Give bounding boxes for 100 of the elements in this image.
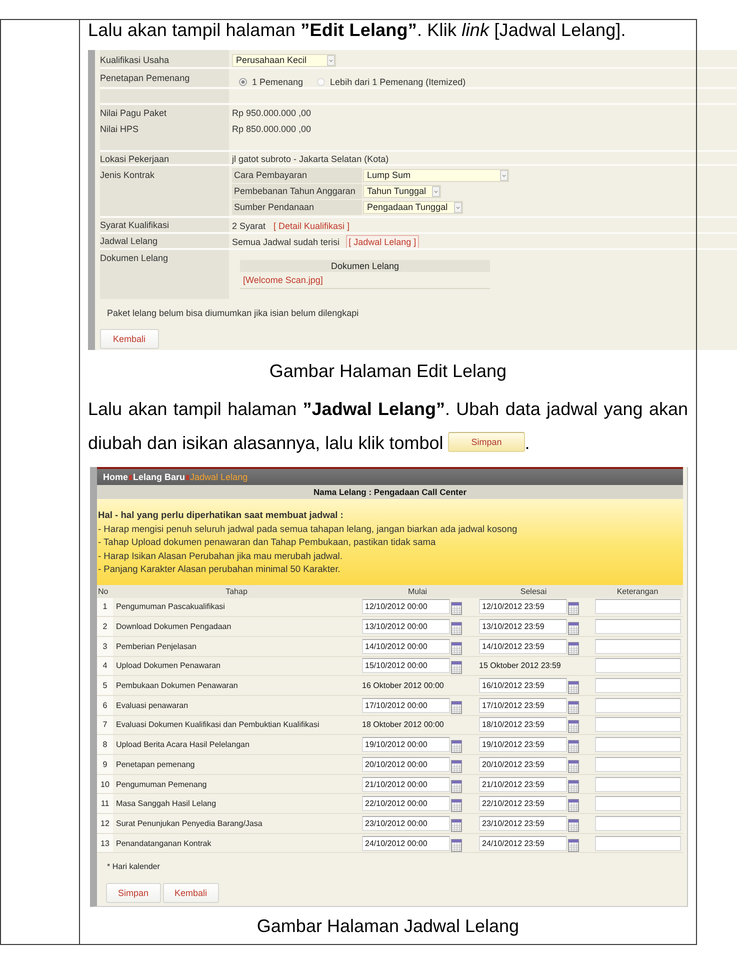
calendar-icon[interactable] xyxy=(451,740,462,754)
back-button[interactable]: Kembali xyxy=(162,883,220,904)
footnote-text: * Hari kalender xyxy=(107,861,161,874)
save-button[interactable]: Simpan xyxy=(448,432,525,452)
select-field[interactable]: Pengadaan Tunggal xyxy=(363,201,463,214)
date-field[interactable]: 18/10/2012 23:59 xyxy=(479,717,567,732)
calendar-icon[interactable] xyxy=(568,760,579,773)
select-field[interactable]: Perusahaan Kecil xyxy=(232,54,336,67)
text-link[interactable]: [ Jadwal Lelang ] xyxy=(346,235,420,248)
date-field[interactable]: 20/10/2012 00:00 xyxy=(362,756,450,772)
row-number: 4 xyxy=(97,656,113,676)
row-number: 6 xyxy=(97,696,113,715)
reason-field[interactable] xyxy=(595,717,681,732)
note-item: - Panjang Karakter Alasan perubahan minimal 50 Karakter. xyxy=(98,563,342,576)
select-field[interactable]: Tahun Tunggal xyxy=(363,185,442,198)
date-field[interactable]: 13/10/2012 23:59 xyxy=(479,619,567,634)
calendar-icon[interactable] xyxy=(568,818,579,832)
date-field[interactable]: 17/10/2012 00:00 xyxy=(362,698,450,713)
date-field[interactable]: 24/10/2012 00:00 xyxy=(362,836,450,851)
calendar-icon[interactable] xyxy=(568,838,579,852)
stage-name: Penetapan pemenang xyxy=(115,760,196,769)
calendar-icon[interactable] xyxy=(568,720,579,734)
field-value: Rp 950.000.000 ,00 xyxy=(232,107,312,120)
calendar-icon[interactable] xyxy=(568,602,579,616)
text-link[interactable]: [ Detail Kualifikasi ] xyxy=(274,220,350,232)
back-button[interactable]: Kembali xyxy=(100,329,159,349)
file-link[interactable]: [Welcome Scan.jpg] xyxy=(243,275,323,285)
date-field[interactable]: 19/10/2012 23:59 xyxy=(479,737,567,752)
date-field[interactable]: 24/10/2012 23:59 xyxy=(479,836,567,851)
date-field[interactable]: 12/10/2012 00:00 xyxy=(362,599,450,614)
reason-field[interactable] xyxy=(595,678,681,694)
calendar-icon[interactable] xyxy=(451,818,462,832)
calendar-icon[interactable] xyxy=(451,700,462,714)
breadcrumb-separator-icon xyxy=(186,474,190,480)
field-label: Syarat Kualifikasi xyxy=(100,219,170,231)
date-field[interactable]: 19/10/2012 00:00 xyxy=(362,737,450,752)
calendar-icon[interactable] xyxy=(451,838,462,852)
reason-field[interactable] xyxy=(595,619,681,634)
calendar-icon[interactable] xyxy=(568,700,579,714)
row-number: 5 xyxy=(97,676,113,695)
calendar-icon[interactable] xyxy=(451,642,462,655)
reason-field[interactable] xyxy=(595,638,681,654)
radio-icon[interactable] xyxy=(239,78,247,86)
column-header: Selesai xyxy=(475,584,592,598)
date-field[interactable]: 22/10/2012 23:59 xyxy=(479,796,567,812)
calendar-icon[interactable] xyxy=(451,760,462,773)
reason-field[interactable] xyxy=(595,836,681,851)
calendar-icon[interactable] xyxy=(451,799,462,812)
date-field[interactable]: 14/10/2012 00:00 xyxy=(362,638,450,654)
select-field[interactable]: Lump Sum xyxy=(363,169,509,182)
calendar-icon[interactable] xyxy=(568,681,579,694)
reason-field[interactable] xyxy=(595,776,681,792)
date-field[interactable]: 21/10/2012 00:00 xyxy=(362,776,450,792)
date-field[interactable]: 22/10/2012 00:00 xyxy=(362,796,450,812)
save-button[interactable]: Simpan xyxy=(106,883,161,904)
reason-field[interactable] xyxy=(595,816,681,831)
field-label: Sumber Pendanaan xyxy=(232,200,362,215)
calendar-icon[interactable] xyxy=(451,622,462,636)
calendar-icon[interactable] xyxy=(568,799,579,812)
stage-name: Upload Dokumen Penawaran xyxy=(115,661,222,670)
date-field[interactable]: 23/10/2012 23:59 xyxy=(479,816,567,831)
reason-field[interactable] xyxy=(595,698,681,713)
calendar-icon[interactable] xyxy=(568,642,579,655)
date-field[interactable]: 12/10/2012 23:59 xyxy=(479,599,567,614)
calendar-icon[interactable] xyxy=(451,602,462,616)
intro-text: Lalu akan tampil halaman ”Edit Lelang”. Klik link [Jadwal Lelang]. xyxy=(88,20,627,41)
reason-field[interactable] xyxy=(595,756,681,772)
row-number: 2 xyxy=(97,617,113,636)
date-field[interactable]: 21/10/2012 23:59 xyxy=(479,776,567,792)
radio-option[interactable]: 1 Pemenang xyxy=(239,76,304,87)
date-field[interactable]: 20/10/2012 23:59 xyxy=(479,756,567,772)
stage-name: Penandatanganan Kontrak xyxy=(115,838,212,848)
field-value: Semua Jadwal sudah terisi xyxy=(232,236,340,248)
reason-field[interactable] xyxy=(595,658,681,674)
calendar-icon[interactable] xyxy=(451,661,462,674)
column-header: Keterangan xyxy=(592,584,683,598)
field-label: Lokasi Pekerjaan xyxy=(100,153,170,164)
date-field[interactable]: 14/10/2012 23:59 xyxy=(479,638,567,654)
date-field[interactable]: 23/10/2012 00:00 xyxy=(362,816,450,831)
calendar-icon[interactable] xyxy=(568,740,579,754)
calendar-icon[interactable] xyxy=(568,780,579,793)
breadcrumb-link[interactable]: Lelang Baru xyxy=(133,472,186,482)
stage-name: Evaluasi Dokumen Kualifikasi dan Pembuktian Kualifikasi xyxy=(115,720,320,730)
date-field[interactable]: 13/10/2012 00:00 xyxy=(362,619,450,634)
date-field[interactable]: 15/10/2012 00:00 xyxy=(362,658,450,674)
reason-field[interactable] xyxy=(595,796,681,812)
reason-field[interactable] xyxy=(595,737,681,752)
field-label: Kualifikasi Usaha xyxy=(100,54,170,66)
calendar-icon[interactable] xyxy=(451,780,462,793)
calendar-icon[interactable] xyxy=(568,622,579,636)
breadcrumb-link[interactable]: Home xyxy=(103,472,128,482)
date-field[interactable]: 17/10/2012 23:59 xyxy=(479,698,567,713)
row-number: 10 xyxy=(97,774,113,794)
notes-title: Hal - hal yang perlu diperhatikan saat membuat jadwal : xyxy=(98,509,344,522)
field-label: Penetapan Pemenang xyxy=(100,72,191,84)
row-number: 1 xyxy=(97,598,113,616)
stage-name: Download Dokumen Pengadaan xyxy=(115,622,232,632)
date-field[interactable]: 16/10/2012 23:59 xyxy=(479,678,567,694)
radio-option[interactable]: Lebih dari 1 Pemenang (Itemized) xyxy=(317,76,466,87)
reason-field[interactable] xyxy=(595,599,681,614)
